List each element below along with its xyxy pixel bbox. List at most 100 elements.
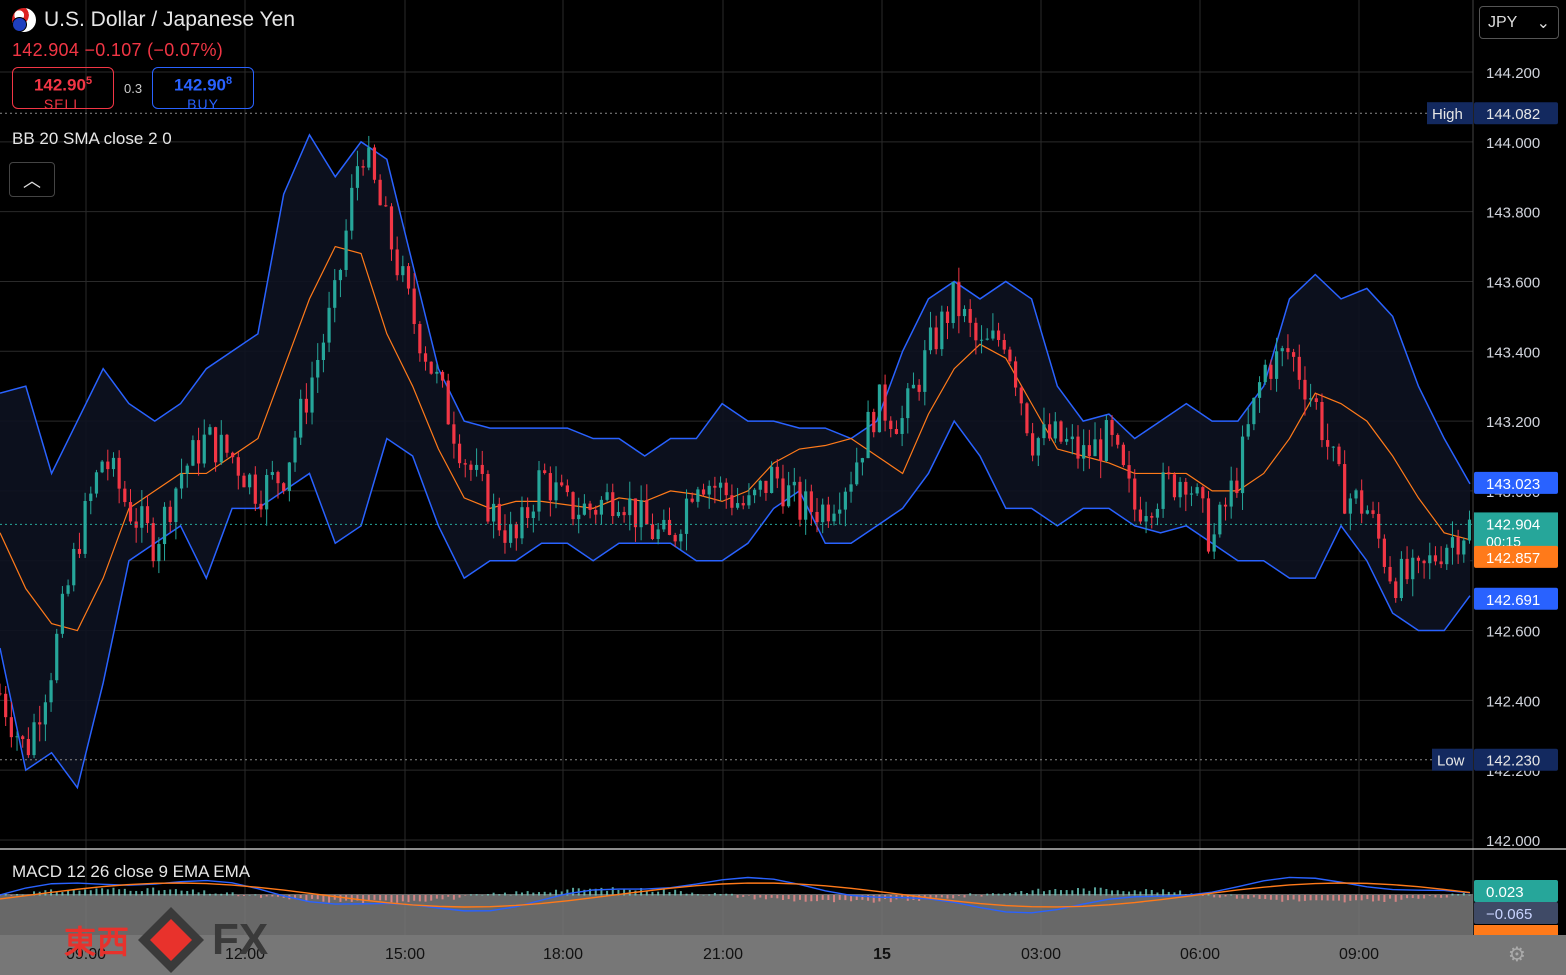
candle-body: [1388, 566, 1392, 582]
candle-body: [77, 548, 82, 554]
macd-histogram-bar: [146, 888, 149, 896]
macd-histogram-bar: [367, 895, 370, 900]
candle-body: [1116, 434, 1120, 445]
macd-histogram-bar: [1343, 895, 1346, 903]
candle-body: [1371, 510, 1375, 514]
macd-histogram-bar: [719, 894, 722, 896]
candle-body: [1150, 516, 1154, 518]
candle-body: [611, 492, 615, 517]
macd-histogram-bar: [685, 893, 688, 896]
macd-histogram-bar: [464, 895, 467, 896]
macd-histogram-bar: [1094, 887, 1097, 896]
macd-histogram-bar: [555, 889, 558, 896]
candle-body: [968, 308, 972, 323]
candle-body: [684, 498, 689, 534]
macd-histogram-bar: [1383, 895, 1386, 903]
candle-body: [1428, 555, 1432, 564]
candle-body: [1252, 397, 1256, 425]
candle-body: [100, 461, 104, 473]
signal-tag-bg: [1474, 925, 1558, 935]
macd-histogram-bar: [742, 895, 745, 897]
candle-body: [849, 484, 853, 492]
macd-histogram-bar: [89, 890, 92, 896]
candle-body: [923, 350, 927, 392]
macd-histogram-bar: [1457, 894, 1460, 896]
macd-histogram-bar: [759, 895, 762, 898]
candle-body: [1121, 444, 1125, 466]
price-tick-label: 142.000: [1486, 833, 1540, 850]
candle-body: [1201, 487, 1205, 499]
macd-histogram-bar: [1077, 888, 1079, 896]
us-jp-flag-icon: [12, 8, 36, 32]
collapse-indicators-button[interactable]: ︿: [9, 162, 55, 197]
chevron-down-icon: ⌄: [1536, 14, 1550, 32]
sell-button[interactable]: 142.905 SELL: [12, 67, 114, 111]
macd-histogram-bar: [1332, 895, 1335, 901]
candle-body: [1286, 348, 1290, 353]
candle-body: [253, 474, 257, 504]
macd-histogram-bar: [952, 895, 955, 899]
candle-body: [753, 489, 757, 496]
candle-body: [270, 472, 274, 475]
candle-body: [832, 513, 836, 522]
macd-histogram-bar: [1105, 888, 1108, 896]
candle-body: [304, 398, 308, 413]
candle-body: [855, 462, 859, 485]
candle-body: [474, 464, 479, 470]
macd-histogram-bar: [1451, 893, 1454, 896]
macd-histogram-bar: [498, 894, 501, 896]
macd-histogram-bar: [379, 895, 382, 901]
candle-body: [1013, 361, 1018, 388]
candle-body: [1144, 516, 1148, 522]
candle-body: [1138, 509, 1143, 522]
candle-body: [985, 338, 989, 340]
macd-histogram-bar: [1167, 891, 1170, 896]
candle-body: [38, 722, 42, 725]
macd-histogram-bar: [1377, 895, 1380, 901]
bb-indicator-label[interactable]: BB 20 SMA close 2 0: [12, 129, 172, 149]
spread-value: 0.3: [124, 80, 143, 96]
candle-body: [1292, 352, 1296, 357]
candle-body: [0, 693, 2, 695]
candle-body: [1456, 537, 1460, 555]
candle-body: [412, 288, 416, 325]
macd-histogram-bar: [713, 892, 716, 896]
macd-histogram-bar: [265, 895, 268, 897]
macd-histogram-bar: [679, 891, 682, 896]
candle-body: [15, 736, 19, 738]
candle-body: [582, 503, 586, 515]
candle-body: [321, 342, 325, 360]
candle-body: [599, 499, 604, 515]
price-chart[interactable]: 144.200 144.000 143.800 143.600 143.400 143.2…: [0, 0, 1566, 975]
macd-histogram-bar: [1462, 892, 1465, 896]
candle-body: [344, 230, 348, 270]
time-tick-label: 09:00: [1339, 946, 1379, 963]
settings-gear-icon[interactable]: ⚙: [1508, 942, 1526, 967]
buy-label: BUY: [187, 95, 219, 112]
macd-histogram-bar: [435, 895, 438, 899]
buy-button[interactable]: 142.908 BUY: [152, 67, 255, 112]
macd-histogram-bar: [362, 895, 365, 904]
candle-body: [1178, 481, 1182, 498]
macd-histogram-bar: [299, 895, 302, 899]
macd-histogram-bar: [1150, 890, 1153, 896]
macd-histogram-bar: [1400, 895, 1403, 900]
macd-histogram-bar: [1360, 895, 1363, 901]
candle-body: [469, 464, 473, 470]
macd-indicator-label[interactable]: MACD 12 26 close 9 EMA EMA: [12, 862, 250, 882]
macd-histogram-bar: [140, 891, 143, 896]
candle-body: [185, 465, 189, 474]
candle-body: [1133, 478, 1137, 510]
macd-histogram-bar: [1122, 891, 1125, 896]
macd-histogram-bar: [469, 894, 472, 896]
macd-histogram-bar: [322, 895, 325, 902]
currency-select[interactable]: JPY ⌄: [1479, 6, 1559, 39]
candle-body: [951, 282, 955, 324]
buy-price-pip: 8: [226, 75, 233, 87]
candle-body: [996, 330, 1001, 340]
macd-histogram-bar: [1116, 890, 1119, 896]
candle-body: [1257, 382, 1262, 398]
candle-body: [945, 311, 950, 324]
macd-histogram-bar: [1025, 892, 1028, 896]
macd-histogram-bar: [78, 890, 81, 896]
